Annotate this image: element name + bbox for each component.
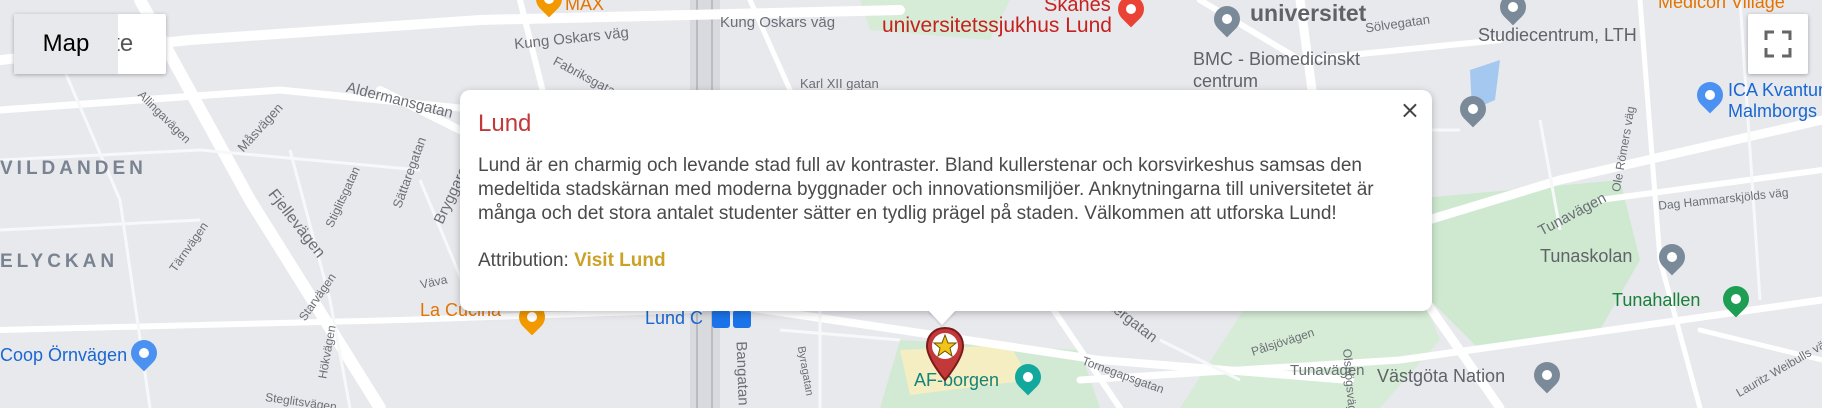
poi-label-studiecentrum[interactable]: Studiecentrum, LTH: [1478, 25, 1637, 46]
area-label-vildanden: VILDANDEN: [0, 158, 147, 179]
info-window-title: Lund: [478, 110, 532, 137]
fullscreen-button[interactable]: [1748, 14, 1808, 74]
train-icon[interactable]: [712, 310, 730, 328]
info-window-tail: [928, 310, 956, 325]
attribution-label: Attribution:: [478, 250, 569, 271]
poi-label-bmc[interactable]: BMC - Biomedicinskt centrum: [1193, 48, 1423, 92]
street-label: Karl XII gatan: [800, 76, 879, 91]
info-window: × Lund Lund är en charmig och levande st…: [460, 90, 1432, 311]
poi-label-tunaskolan[interactable]: Tunaskolan: [1540, 246, 1632, 267]
star-marker-icon[interactable]: [925, 326, 965, 382]
poi-label-ica[interactable]: ICA Kvantum Malmborgs: [1728, 80, 1822, 122]
poi-label-lund-c[interactable]: Lund C: [645, 308, 703, 329]
info-window-body: Lund är en charmig och levande stad full…: [478, 155, 1374, 224]
poi-label-medicon-village[interactable]: Medicon Village: [1658, 0, 1785, 13]
poi-label-vastgota-nation[interactable]: Västgöta Nation: [1377, 366, 1505, 387]
street-label: Kung Oskars väg: [720, 14, 836, 31]
poi-label-university[interactable]: universitet: [1250, 0, 1366, 27]
poi-label-tunahallen[interactable]: Tunahallen: [1612, 290, 1700, 311]
attribution: Attribution: Visit Lund: [478, 250, 1414, 272]
poi-label-max[interactable]: MAX: [565, 0, 604, 15]
poi-label-hospital[interactable]: universitetssjukhus Lund: [882, 14, 1112, 38]
attribution-link[interactable]: Visit Lund: [574, 250, 665, 271]
poi-label-coop[interactable]: Coop Örnvägen: [0, 345, 127, 366]
map-type-map-button[interactable]: Map: [14, 14, 118, 74]
bus-icon[interactable]: [733, 310, 751, 328]
close-icon[interactable]: ×: [1400, 98, 1420, 122]
fullscreen-icon: [1764, 30, 1792, 58]
area-label-elyckan: ELYCKAN: [0, 251, 119, 272]
street-label: Bangatan: [732, 341, 752, 406]
map-type-control: Map Satellite: [14, 14, 166, 74]
